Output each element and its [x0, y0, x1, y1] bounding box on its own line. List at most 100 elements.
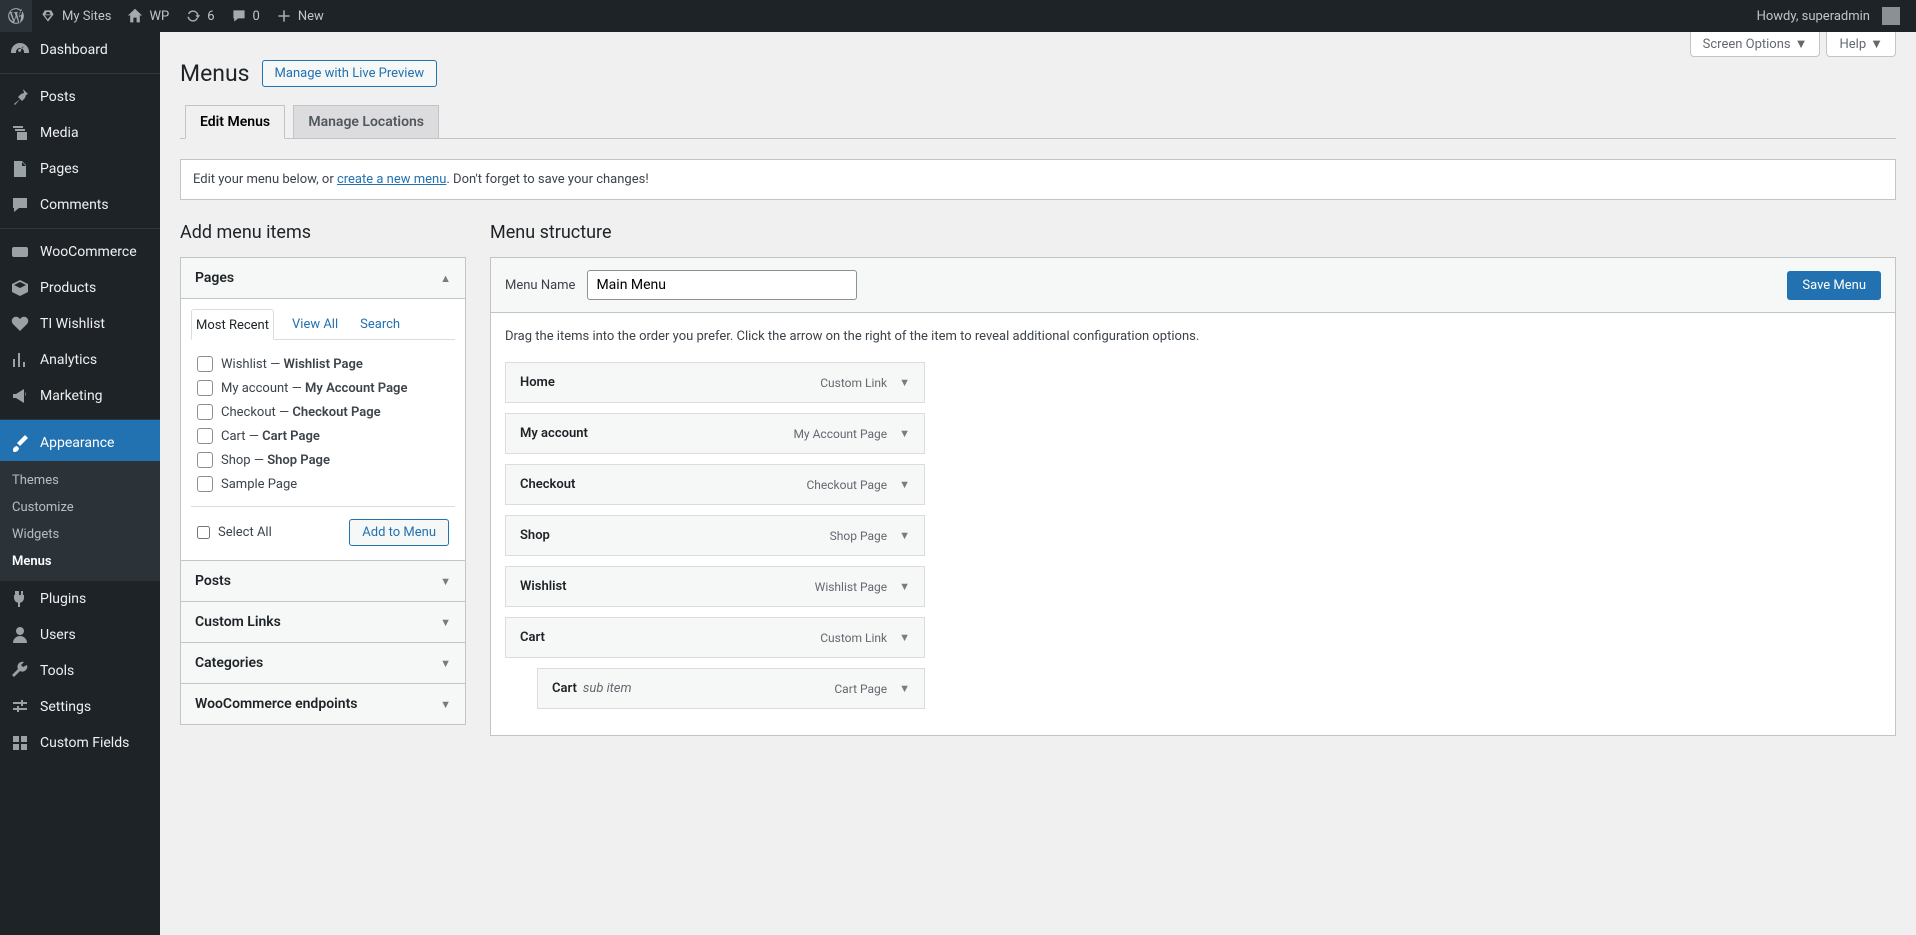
chevron-down-icon[interactable]: ▼	[899, 376, 910, 389]
page-checklist-item[interactable]: Wishlist — Wishlist Page	[197, 352, 449, 376]
add-menu-items-heading: Add menu items	[180, 222, 466, 243]
page-checklist-item[interactable]: Sample Page	[197, 472, 449, 496]
menu-item[interactable]: HomeCustom Link▼	[505, 362, 925, 403]
submenu-customize[interactable]: Customize	[0, 494, 160, 521]
chevron-down-icon: ▼	[440, 575, 451, 588]
menu-item[interactable]: My accountMy Account Page▼	[505, 413, 925, 454]
plus-icon	[276, 8, 292, 24]
my-sites[interactable]: My Sites	[32, 0, 119, 32]
sidemenu-appearance-sub: Themes Customize Widgets Menus	[0, 461, 160, 581]
admin-sidemenu: Dashboard Posts Media Pages Comments Woo…	[0, 32, 160, 935]
sidemenu-tools[interactable]: Tools	[0, 653, 160, 689]
chevron-down-icon[interactable]: ▼	[899, 529, 910, 542]
menu-item[interactable]: ShopShop Page▼	[505, 515, 925, 556]
accordion-posts-toggle[interactable]: Posts▼	[181, 561, 465, 601]
sidemenu-users[interactable]: Users	[0, 617, 160, 653]
structure-hint: Drag the items into the order you prefer…	[505, 329, 1881, 344]
page-checklist-item[interactable]: Cart — Cart Page	[197, 424, 449, 448]
page-checkbox[interactable]	[197, 380, 213, 396]
sidemenu-woocommerce[interactable]: WooCommerce	[0, 228, 160, 270]
submenu-menus[interactable]: Menus	[0, 548, 160, 575]
page-checkbox[interactable]	[197, 404, 213, 420]
sidemenu-settings[interactable]: Settings	[0, 689, 160, 725]
site-home[interactable]: WP	[119, 0, 177, 32]
heart-icon	[10, 314, 30, 334]
sidemenu-wishlist[interactable]: TI Wishlist	[0, 306, 160, 342]
menu-item[interactable]: CartCustom Link▼	[505, 617, 925, 658]
sidemenu-media[interactable]: Media	[0, 115, 160, 151]
accordion-pages: Pages▲ Most Recent View All Search Wishl…	[180, 257, 466, 561]
sidemenu-custom-fields[interactable]: Custom Fields	[0, 725, 160, 761]
sidemenu-marketing[interactable]: Marketing	[0, 378, 160, 414]
help-toggle[interactable]: Help ▼	[1826, 32, 1896, 57]
sidemenu-products[interactable]: Products	[0, 270, 160, 306]
updates[interactable]: 6	[177, 0, 222, 32]
select-all-checkbox[interactable]	[197, 526, 210, 539]
menu-item-list: HomeCustom Link▼ My accountMy Account Pag…	[505, 362, 925, 709]
user-icon	[10, 625, 30, 645]
page-checkbox[interactable]	[197, 476, 213, 492]
select-all[interactable]: Select All	[197, 525, 272, 540]
page-checklist-item[interactable]: My account — My Account Page	[197, 376, 449, 400]
sidemenu-analytics[interactable]: Analytics	[0, 342, 160, 378]
menu-item[interactable]: WishlistWishlist Page▼	[505, 566, 925, 607]
admin-bar: My Sites WP 6 0 New Howdy, superadmin	[0, 0, 1916, 32]
accordion-categories: Categories▼	[180, 643, 466, 684]
pin-icon	[10, 87, 30, 107]
comments-count: 0	[253, 9, 260, 24]
tab-most-recent[interactable]: Most Recent	[191, 309, 274, 340]
tab-view-all[interactable]: View All	[288, 309, 342, 339]
page-checkbox[interactable]	[197, 356, 213, 372]
save-menu-button[interactable]: Save Menu	[1787, 271, 1881, 300]
sidemenu-pages[interactable]: Pages	[0, 151, 160, 187]
page-title: Menus	[180, 60, 250, 87]
create-new-menu-link[interactable]: create a new menu	[337, 172, 446, 187]
tab-edit-menus[interactable]: Edit Menus	[185, 105, 285, 139]
page-checkbox[interactable]	[197, 428, 213, 444]
chevron-down-icon[interactable]: ▼	[899, 478, 910, 491]
accordion-custom-links-toggle[interactable]: Custom Links▼	[181, 602, 465, 642]
grid-icon	[10, 733, 30, 753]
accordion-woocommerce-endpoints-toggle[interactable]: WooCommerce endpoints▼	[181, 684, 465, 724]
submenu-widgets[interactable]: Widgets	[0, 521, 160, 548]
sidemenu-plugins[interactable]: Plugins	[0, 581, 160, 617]
howdy[interactable]: Howdy, superadmin	[1749, 0, 1908, 32]
accordion-categories-toggle[interactable]: Categories▼	[181, 643, 465, 683]
sidemenu-appearance[interactable]: Appearance	[0, 419, 160, 461]
screen-meta: Screen Options ▼ Help ▼	[1690, 32, 1896, 57]
page-checklist-item[interactable]: Checkout — Checkout Page	[197, 400, 449, 424]
menu-name-input[interactable]	[587, 270, 857, 300]
menu-item[interactable]: Cartsub itemCart Page▼	[537, 668, 925, 709]
sidemenu-comments[interactable]: Comments	[0, 187, 160, 223]
tab-manage-locations[interactable]: Manage Locations	[293, 105, 439, 138]
sidemenu-dashboard[interactable]: Dashboard	[0, 32, 160, 68]
chevron-down-icon[interactable]: ▼	[899, 580, 910, 593]
sidemenu-posts[interactable]: Posts	[0, 73, 160, 115]
new-content[interactable]: New	[268, 0, 332, 32]
page-icon	[10, 159, 30, 179]
chevron-down-icon[interactable]: ▼	[899, 427, 910, 440]
accordion-pages-toggle[interactable]: Pages▲	[181, 258, 465, 298]
chevron-down-icon[interactable]: ▼	[899, 631, 910, 644]
submenu-themes[interactable]: Themes	[0, 467, 160, 494]
sidemenu-label: Dashboard	[40, 42, 108, 58]
refresh-icon	[185, 8, 201, 24]
page-checkbox[interactable]	[197, 452, 213, 468]
chart-icon	[10, 350, 30, 370]
comments-adminbar[interactable]: 0	[223, 0, 268, 32]
network-icon	[40, 8, 56, 24]
accordion-woocommerce-endpoints: WooCommerce endpoints▼	[180, 684, 466, 725]
pages-tabs: Most Recent View All Search	[191, 309, 455, 340]
chevron-down-icon: ▼	[1795, 36, 1808, 52]
chevron-down-icon[interactable]: ▼	[899, 682, 910, 695]
wp-logo[interactable]	[0, 0, 32, 32]
menu-item[interactable]: CheckoutCheckout Page▼	[505, 464, 925, 505]
media-icon	[10, 123, 30, 143]
live-preview-button[interactable]: Manage with Live Preview	[262, 60, 438, 87]
tab-search[interactable]: Search	[356, 309, 404, 339]
screen-options-toggle[interactable]: Screen Options ▼	[1690, 32, 1821, 57]
add-to-menu-button[interactable]: Add to Menu	[349, 519, 449, 546]
page-checklist-item[interactable]: Shop — Shop Page	[197, 448, 449, 472]
chevron-down-icon: ▼	[440, 698, 451, 711]
nav-tabs: Edit Menus Manage Locations	[180, 105, 1896, 139]
